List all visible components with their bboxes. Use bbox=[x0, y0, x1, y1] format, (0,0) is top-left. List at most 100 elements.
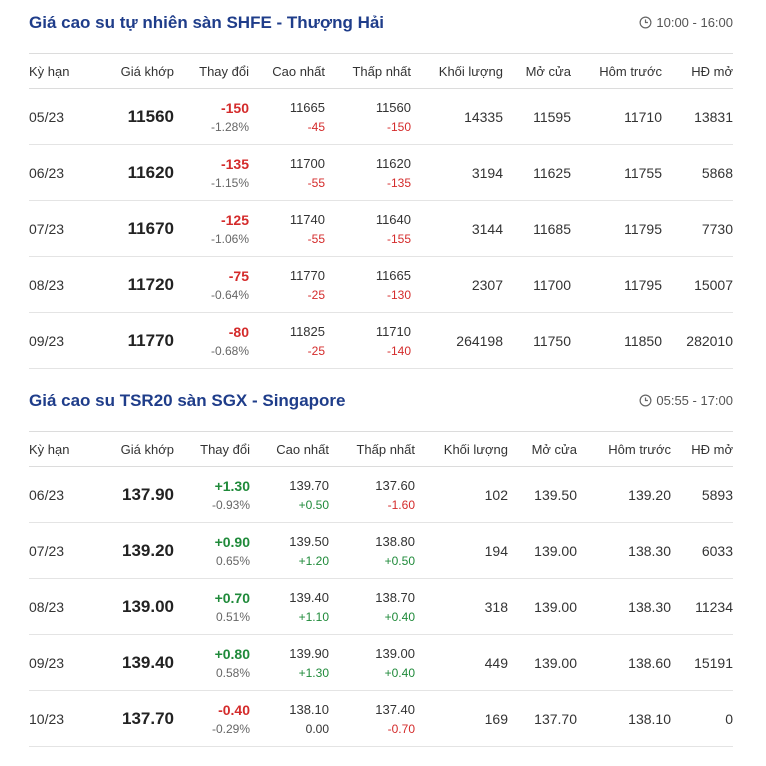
high-value: 11740 bbox=[289, 211, 325, 227]
volume-cell: 264198 bbox=[411, 312, 503, 369]
col-term-header: Kỳ hạn bbox=[29, 54, 84, 89]
open-cell: 137.70 bbox=[508, 690, 577, 747]
col-oi-header: HĐ mở bbox=[662, 54, 733, 89]
term-cell: 09/23 bbox=[29, 312, 84, 369]
high-value: 139.70 bbox=[289, 477, 329, 493]
table-row: 07/23 11670 -125 -1.06% 11740 -55 11640 -155 314… bbox=[29, 200, 733, 257]
term-cell: 08/23 bbox=[29, 256, 84, 313]
price-cell: 11620 bbox=[84, 144, 174, 201]
low-change: +0.40 bbox=[384, 609, 415, 624]
col-term-header: Kỳ hạn bbox=[29, 432, 84, 467]
col-prev-header: Hôm trước bbox=[571, 54, 662, 89]
table-body: 05/23 11560 -150 -1.28% 11665 -45 11560 -150 143… bbox=[29, 88, 733, 369]
trading-hours: 10:00 - 16:00 bbox=[639, 15, 733, 30]
low-change: +0.40 bbox=[384, 665, 415, 680]
price-cell: 11560 bbox=[84, 88, 174, 145]
low-cell: 11640 -155 bbox=[325, 200, 411, 257]
prev-cell: 11795 bbox=[571, 256, 662, 313]
change-value: +0.70 bbox=[214, 589, 250, 606]
price-cell: 137.70 bbox=[84, 690, 174, 747]
low-change: -0.70 bbox=[387, 721, 415, 736]
change-value: -150 bbox=[220, 99, 249, 116]
section-title: Giá cao su TSR20 sàn SGX - Singapore bbox=[29, 391, 346, 410]
open-interest-cell: 282010 bbox=[662, 312, 733, 369]
price-cell: 139.40 bbox=[84, 634, 174, 691]
change-percent: -1.15% bbox=[210, 175, 249, 190]
price-cell: 139.00 bbox=[84, 578, 174, 635]
volume-cell: 449 bbox=[415, 634, 508, 691]
prev-cell: 11710 bbox=[571, 88, 662, 145]
high-change: 0.00 bbox=[305, 721, 329, 736]
change-cell: +0.70 0.51% bbox=[174, 578, 250, 635]
table-header-row: Kỳ hạn Giá khớp Thay đổi Cao nhất Thấp nhất K… bbox=[29, 54, 733, 89]
price-cell: 137.90 bbox=[84, 466, 174, 523]
table-row: 07/23 139.20 +0.90 0.65% 139.50 +1.20 138.80 +0… bbox=[29, 522, 733, 579]
low-cell: 11620 -135 bbox=[325, 144, 411, 201]
low-change: -155 bbox=[386, 231, 411, 246]
section-header: Giá cao su tự nhiên sàn SHFE - Thượng Hả… bbox=[29, 0, 733, 54]
change-cell: +0.80 0.58% bbox=[174, 634, 250, 691]
col-oi-header: HĐ mở bbox=[671, 432, 733, 467]
open-cell: 139.50 bbox=[508, 466, 577, 523]
price-cell: 11720 bbox=[84, 256, 174, 313]
change-cell: -135 -1.15% bbox=[174, 144, 249, 201]
high-change: -45 bbox=[307, 119, 325, 134]
high-value: 11665 bbox=[289, 99, 325, 115]
col-volume-header: Khối lượng bbox=[411, 54, 503, 89]
prev-cell: 138.30 bbox=[577, 578, 671, 635]
price-table: Kỳ hạn Giá khớp Thay đổi Cao nhất Thấp nhất K… bbox=[29, 54, 733, 369]
trading-hours-text: 05:55 - 17:00 bbox=[656, 393, 733, 408]
change-cell: +1.30 -0.93% bbox=[174, 466, 250, 523]
volume-cell: 14335 bbox=[411, 88, 503, 145]
col-open-header: Mở cửa bbox=[503, 54, 571, 89]
high-cell: 11770 -25 bbox=[249, 256, 325, 313]
prev-cell: 139.20 bbox=[577, 466, 671, 523]
volume-cell: 318 bbox=[415, 578, 508, 635]
change-value: -125 bbox=[220, 211, 249, 228]
section-title: Giá cao su tự nhiên sàn SHFE - Thượng Hả… bbox=[29, 13, 385, 32]
table-header-row: Kỳ hạn Giá khớp Thay đổi Cao nhất Thấp nhất K… bbox=[29, 432, 733, 467]
change-value: -0.40 bbox=[218, 701, 250, 718]
open-interest-cell: 11234 bbox=[671, 578, 733, 635]
prev-cell: 138.60 bbox=[577, 634, 671, 691]
change-cell: -80 -0.68% bbox=[174, 312, 249, 369]
shfe-section: Giá cao su tự nhiên sàn SHFE - Thượng Hả… bbox=[29, 0, 733, 369]
high-cell: 139.50 +1.20 bbox=[250, 522, 329, 579]
low-change: -150 bbox=[386, 119, 411, 134]
section-header: Giá cao su TSR20 sàn SGX - Singapore 05:… bbox=[29, 378, 733, 432]
high-cell: 139.70 +0.50 bbox=[250, 466, 329, 523]
low-value: 11640 bbox=[375, 211, 411, 227]
trading-hours-text: 10:00 - 16:00 bbox=[656, 15, 733, 30]
high-value: 11770 bbox=[289, 267, 325, 283]
high-change: +1.20 bbox=[298, 553, 329, 568]
open-cell: 11685 bbox=[503, 200, 571, 257]
change-cell: -0.40 -0.29% bbox=[174, 690, 250, 747]
open-cell: 11750 bbox=[503, 312, 571, 369]
high-cell: 139.90 +1.30 bbox=[250, 634, 329, 691]
change-percent: -0.68% bbox=[210, 343, 249, 358]
term-cell: 08/23 bbox=[29, 578, 84, 635]
open-cell: 139.00 bbox=[508, 522, 577, 579]
high-change: +1.30 bbox=[298, 665, 329, 680]
change-percent: 0.65% bbox=[215, 553, 250, 568]
high-cell: 11665 -45 bbox=[249, 88, 325, 145]
term-cell: 09/23 bbox=[29, 634, 84, 691]
change-cell: +0.90 0.65% bbox=[174, 522, 250, 579]
low-cell: 137.40 -0.70 bbox=[329, 690, 415, 747]
change-cell: -150 -1.28% bbox=[174, 88, 249, 145]
clock-icon bbox=[639, 394, 652, 407]
volume-cell: 2307 bbox=[411, 256, 503, 313]
high-value: 139.50 bbox=[289, 533, 329, 549]
open-interest-cell: 15007 bbox=[662, 256, 733, 313]
high-cell: 11700 -55 bbox=[249, 144, 325, 201]
open-interest-cell: 5893 bbox=[671, 466, 733, 523]
trading-hours: 05:55 - 17:00 bbox=[639, 393, 733, 408]
prev-cell: 11755 bbox=[571, 144, 662, 201]
open-cell: 139.00 bbox=[508, 634, 577, 691]
open-interest-cell: 0 bbox=[671, 690, 733, 747]
low-cell: 138.80 +0.50 bbox=[329, 522, 415, 579]
high-cell: 139.40 +1.10 bbox=[250, 578, 329, 635]
open-interest-cell: 5868 bbox=[662, 144, 733, 201]
table-row: 09/23 139.40 +0.80 0.58% 139.90 +1.30 139.00 +0… bbox=[29, 634, 733, 691]
high-cell: 138.10 0.00 bbox=[250, 690, 329, 747]
